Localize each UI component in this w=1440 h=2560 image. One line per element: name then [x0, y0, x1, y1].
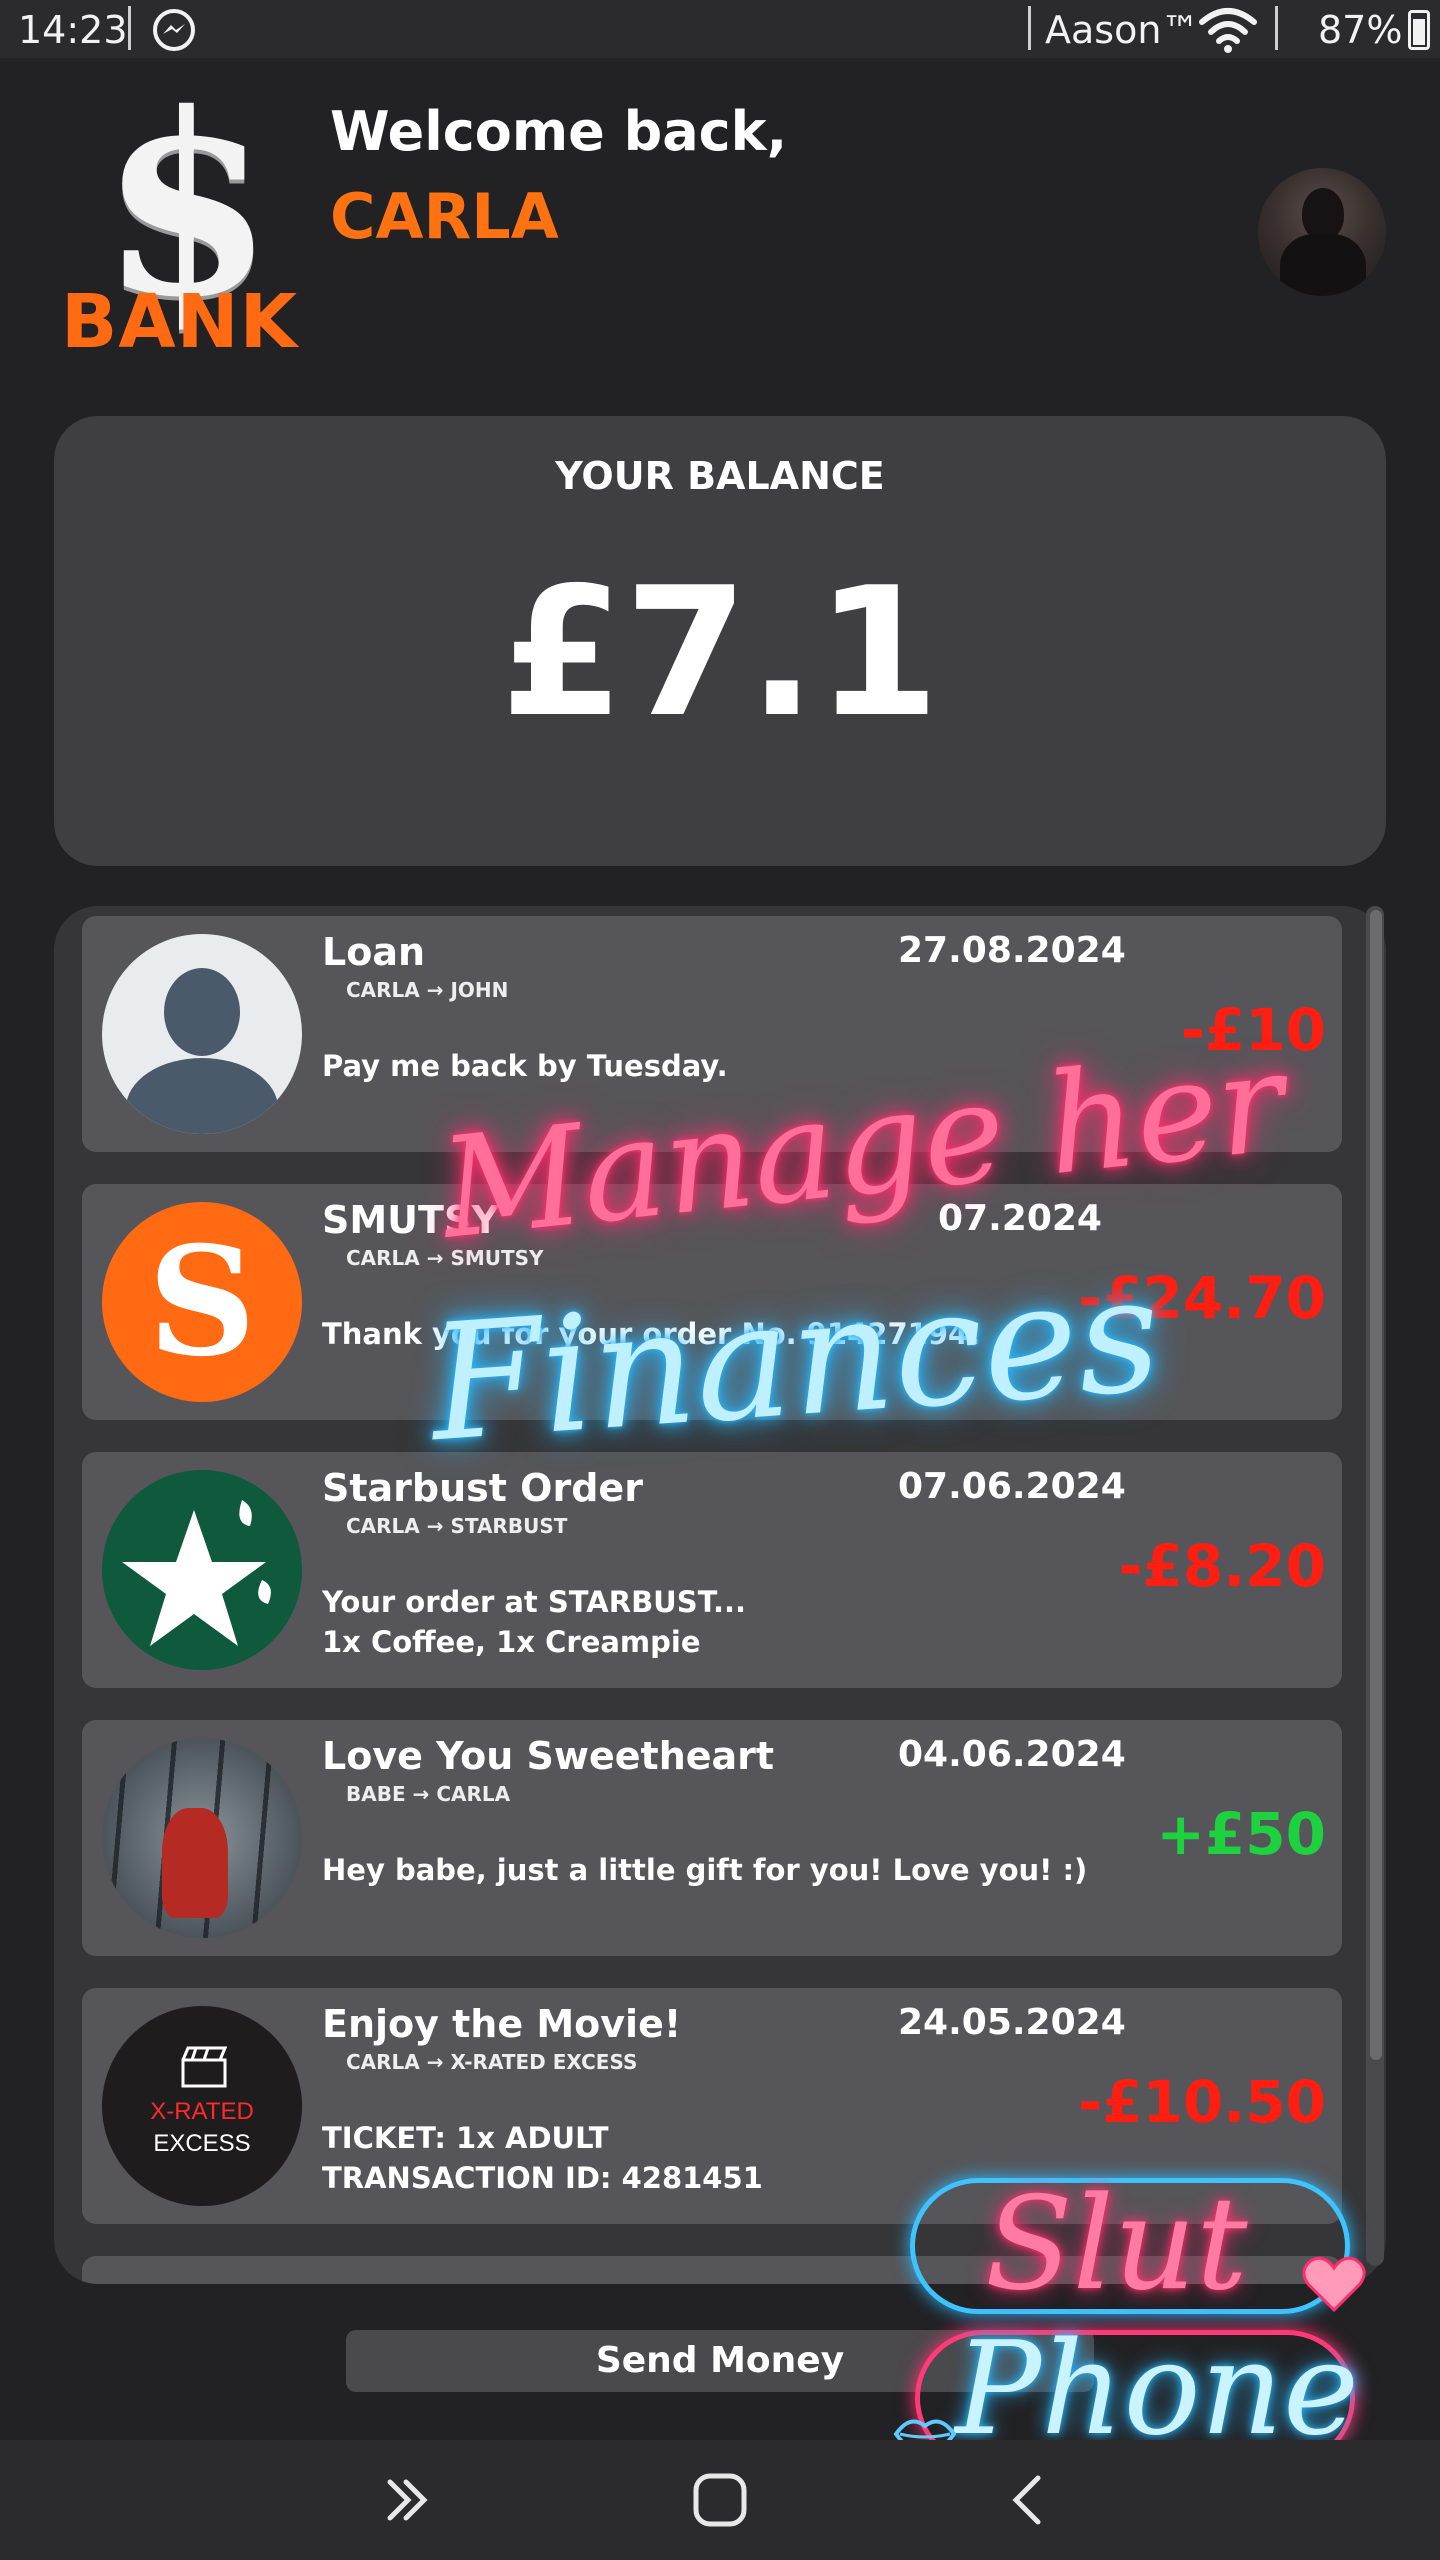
- recent-apps-icon[interactable]: [378, 2468, 442, 2532]
- status-carrier: Aason™: [1045, 8, 1200, 52]
- transaction-title: Loan: [322, 930, 426, 974]
- avatar-body-shape: [1280, 234, 1366, 296]
- transaction-item[interactable]: Love You Sweetheart BABE → CARLA 04.06.2…: [82, 1720, 1342, 1956]
- scrollbar-thumb[interactable]: [1370, 910, 1382, 2060]
- username: CARLA: [330, 180, 559, 253]
- messenger-icon: [153, 9, 195, 51]
- welcome-text: Welcome back,: [330, 100, 788, 163]
- transaction-route: CARLA → JOHN: [346, 978, 509, 1002]
- wifi-icon: [1199, 8, 1257, 53]
- bank-logo-text: BANK: [61, 279, 298, 365]
- description-line: 1x Coffee, 1x Creampie: [322, 1625, 701, 1659]
- status-divider: [128, 6, 131, 50]
- starbust-logo-icon: [102, 1470, 302, 1670]
- home-icon[interactable]: [688, 2468, 752, 2532]
- battery-icon: [1408, 10, 1430, 50]
- description-line: Your order at STARBUST...: [322, 1585, 747, 1619]
- heart-icon: [1302, 2256, 1366, 2313]
- navigation-bar: [0, 2440, 1440, 2560]
- transaction-date: 07.06.2024: [898, 1466, 1126, 1507]
- person-placeholder-icon: [102, 934, 302, 1134]
- balance-label: YOUR BALANCE: [555, 454, 885, 498]
- transaction-date: 27.08.2024: [898, 930, 1126, 971]
- balance-value: £7.1: [500, 549, 940, 756]
- transaction-title: Enjoy the Movie!: [322, 2002, 682, 2046]
- back-icon[interactable]: [998, 2468, 1062, 2532]
- balance-card: YOUR BALANCE £7.1: [54, 416, 1386, 866]
- status-divider: [1275, 6, 1278, 50]
- avatar-head-shape: [1302, 188, 1344, 240]
- transaction-route: CARLA → X-RATED EXCESS: [346, 2050, 638, 2074]
- transaction-amount: -£8.20: [1118, 1532, 1326, 1600]
- transaction-route: BABE → CARLA: [346, 1782, 511, 1806]
- bank-logo: $ BANK: [55, 80, 298, 370]
- description-line: Pay me back by Tuesday.: [322, 1049, 728, 1083]
- x-rated-excess-logo-icon: X-RATED EXCESS: [102, 2006, 302, 2206]
- watermark-word-slut: Slut: [985, 2170, 1248, 2319]
- description-line: TICKET: 1x ADULT: [322, 2121, 609, 2155]
- status-time: 14:23: [18, 8, 128, 52]
- transaction-description: Pay me back by Tuesday.: [322, 1046, 728, 1086]
- transaction-amount: +£50: [1156, 1800, 1326, 1868]
- profile-photo-icon: [102, 1738, 302, 1938]
- transaction-description: Your order at STARBUST... 1x Coffee, 1x …: [322, 1582, 746, 1662]
- transaction-date: 04.06.2024: [898, 1734, 1126, 1775]
- transaction-item[interactable]: Starbust Order CARLA → STARBUST 07.06.20…: [82, 1452, 1342, 1688]
- smutsy-logo-icon: S: [102, 1202, 302, 1402]
- status-divider: [1028, 6, 1031, 50]
- transaction-description: Hey babe, just a little gift for you! Lo…: [322, 1850, 1087, 1890]
- clapperboard-icon: [181, 2046, 228, 2088]
- description-line: TRANSACTION ID: 4281451: [322, 2161, 763, 2195]
- profile-avatar[interactable]: [1258, 168, 1386, 296]
- transaction-title: Love You Sweetheart: [322, 1734, 775, 1778]
- status-bar: 14:23 Aason™ 87%: [0, 0, 1440, 58]
- description-line: Hey babe, just a little gift for you! Lo…: [322, 1853, 1088, 1887]
- transaction-date: 24.05.2024: [898, 2002, 1126, 2043]
- icon-text-excess: EXCESS: [153, 2130, 251, 2157]
- battery-percent: 87%: [1318, 8, 1403, 52]
- transaction-amount: -£10.50: [1078, 2068, 1326, 2136]
- transaction-description: TICKET: 1x ADULT TRANSACTION ID: 4281451: [322, 2118, 763, 2198]
- transaction-route: CARLA → STARBUST: [346, 1514, 568, 1538]
- icon-text-xrated: X-RATED: [150, 2098, 254, 2125]
